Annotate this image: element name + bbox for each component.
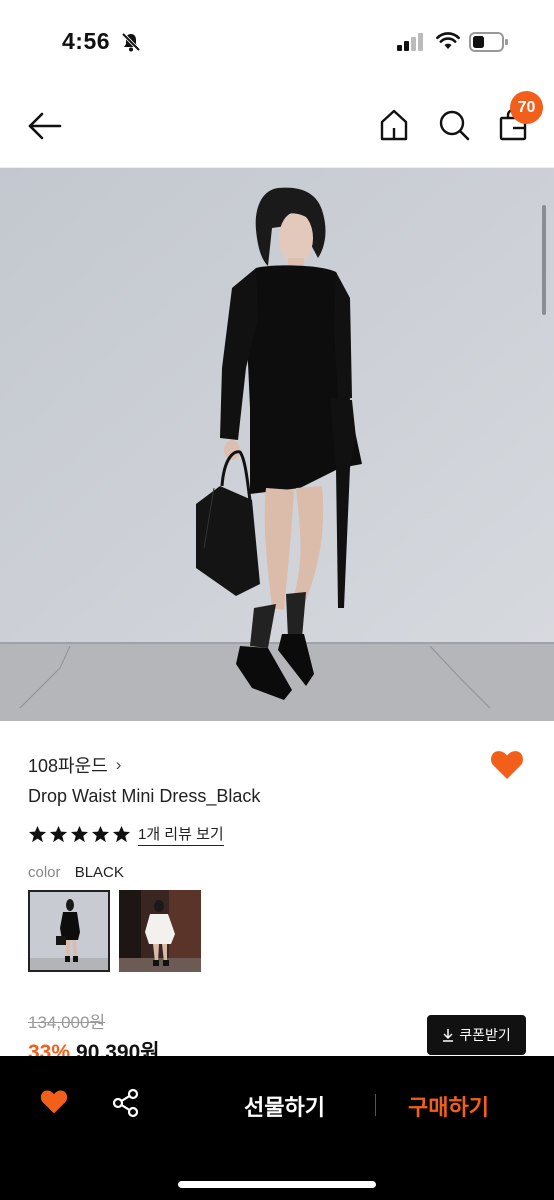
product-rating: 1개 리뷰 보기 xyxy=(28,823,224,846)
download-icon xyxy=(443,1029,454,1042)
status-time: 4:56 xyxy=(62,28,111,54)
star-icon xyxy=(112,825,131,843)
brand-link[interactable]: 108파운드 › xyxy=(28,752,121,778)
star-icon xyxy=(28,825,47,843)
heart-icon[interactable] xyxy=(40,1089,68,1115)
color-option-black[interactable] xyxy=(28,890,110,972)
product-title: Drop Waist Mini Dress_Black xyxy=(28,786,261,806)
bell-off-icon xyxy=(121,32,141,52)
original-price: 134,000원 xyxy=(28,1013,106,1032)
color-option-white[interactable] xyxy=(119,890,201,972)
rating-stars xyxy=(28,825,131,844)
star-icon xyxy=(91,825,110,843)
review-link[interactable]: 1개 리뷰 보기 xyxy=(138,823,224,846)
coupon-download-button[interactable]: 쿠폰받기 xyxy=(427,1015,526,1055)
color-selector-label: color BLACK xyxy=(28,864,124,881)
cart-count-badge: 70 xyxy=(510,91,543,124)
top-nav-bar xyxy=(0,82,554,168)
gift-button[interactable]: 선물하기 xyxy=(244,1090,325,1122)
status-bar: 4:56 xyxy=(0,0,554,82)
battery-icon xyxy=(469,32,508,52)
star-icon xyxy=(49,825,68,843)
wifi-icon xyxy=(436,32,460,49)
search-icon[interactable] xyxy=(437,108,471,142)
chevron-right-icon: › xyxy=(115,755,122,774)
image-scroll-indicator xyxy=(542,205,546,315)
home-indicator[interactable] xyxy=(178,1181,376,1188)
home-icon[interactable] xyxy=(378,108,410,142)
brand-name: 108파운드 xyxy=(28,756,108,776)
product-main-image[interactable] xyxy=(0,168,554,721)
share-icon[interactable] xyxy=(111,1088,141,1118)
color-label: color xyxy=(28,864,61,881)
heart-icon[interactable] xyxy=(490,750,524,780)
back-arrow-icon[interactable] xyxy=(26,108,62,144)
cellular-signal-icon xyxy=(397,33,423,51)
star-icon xyxy=(70,825,89,843)
divider xyxy=(375,1094,376,1116)
color-value: BLACK xyxy=(74,864,124,881)
coupon-label: 쿠폰받기 xyxy=(459,1027,511,1043)
buy-button[interactable]: 구매하기 xyxy=(408,1090,489,1122)
bottom-action-bar: 선물하기 구매하기 xyxy=(0,1056,554,1200)
